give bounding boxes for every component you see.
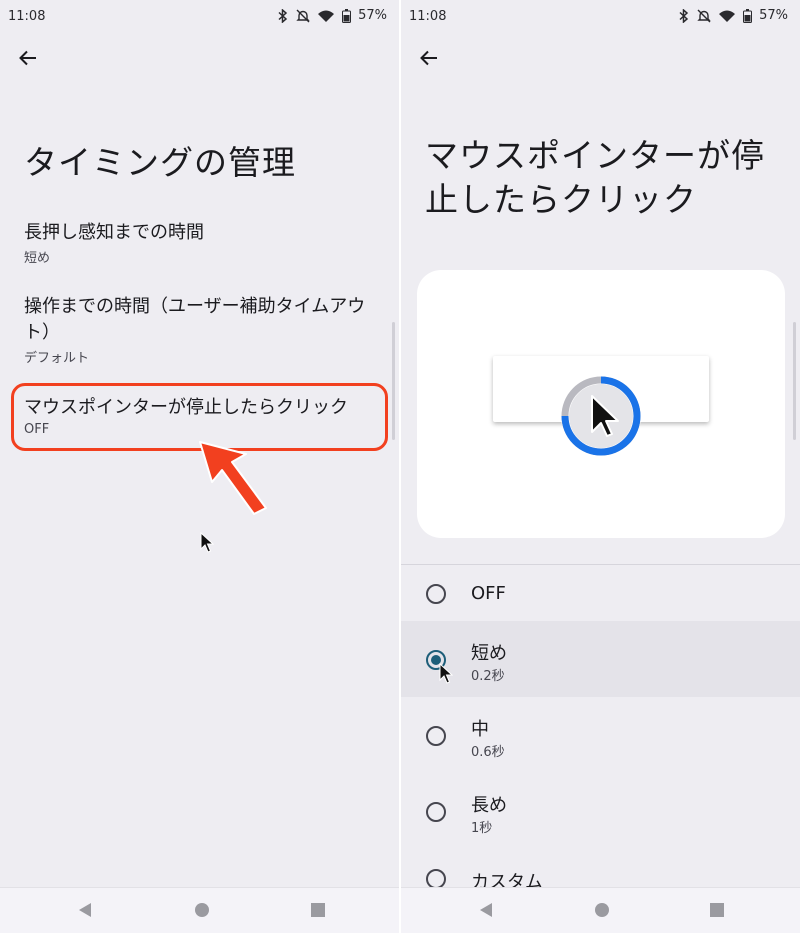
- back-button[interactable]: [14, 44, 42, 72]
- radio-button[interactable]: [426, 726, 446, 746]
- scrollbar[interactable]: [392, 322, 395, 440]
- option-sublabel: 0.6秒: [471, 745, 505, 760]
- back-button[interactable]: [415, 44, 443, 72]
- option-label: 短め: [471, 643, 507, 664]
- pref-summary: デフォルト: [24, 351, 90, 366]
- status-time: 11:08: [409, 9, 447, 24]
- autoclick-preview-card: [417, 270, 785, 538]
- nav-back-icon[interactable]: [478, 902, 494, 918]
- pref-accessibility-timeout[interactable]: 操作までの時間（ユーザー補助タイムアウト） デフォルト: [24, 294, 379, 366]
- option-sublabel: 0.2秒: [471, 669, 505, 684]
- status-bar: 11:08 57%: [401, 0, 800, 32]
- notifications-off-icon: [697, 9, 711, 22]
- nav-recents-icon[interactable]: [709, 902, 725, 918]
- mouse-pointer-icon: [439, 663, 453, 684]
- nav-recents-icon[interactable]: [310, 902, 326, 918]
- page-title: マウスポインターが停止したらクリック: [425, 136, 765, 219]
- wifi-icon: [719, 10, 736, 22]
- pref-title: 長押し感知までの時間: [24, 222, 204, 243]
- radio-button[interactable]: [426, 869, 446, 889]
- battery-icon: [743, 8, 753, 23]
- pref-title: 操作までの時間（ユーザー補助タイムアウト）: [24, 296, 366, 343]
- battery-icon: [342, 8, 352, 23]
- option-sublabel: 1秒: [471, 821, 493, 836]
- battery-percent: 57%: [358, 8, 387, 23]
- notifications-off-icon: [296, 9, 310, 22]
- page-title: タイミングの管理: [24, 143, 296, 182]
- radio-button[interactable]: [426, 584, 446, 604]
- status-bar: 11:08 57%: [0, 0, 399, 32]
- bluetooth-icon: [278, 8, 288, 23]
- bluetooth-icon: [679, 8, 689, 23]
- nav-back-icon[interactable]: [77, 902, 93, 918]
- autoclick-settings-screen: 11:08 57% マウスポインターが停止したらクリック OFF 短め 0.2秒: [401, 0, 800, 933]
- option-label: OFF: [471, 583, 506, 604]
- option-medium[interactable]: 中 0.6秒: [401, 697, 800, 773]
- wifi-icon: [318, 10, 335, 22]
- back-arrow-icon: [420, 50, 437, 66]
- option-label: 中: [471, 719, 489, 740]
- radio-button[interactable]: [426, 802, 446, 822]
- red-arrow-annotation: [199, 441, 267, 515]
- option-label: 長め: [471, 795, 507, 816]
- nav-home-icon[interactable]: [594, 902, 610, 918]
- timing-settings-screen: 11:08 57% タイミングの管理 長押し感知までの時間 短め 操作までの時間…: [0, 0, 399, 933]
- back-arrow-icon: [19, 50, 36, 66]
- navigation-bar: [401, 887, 800, 933]
- navigation-bar: [0, 887, 399, 933]
- mouse-pointer-icon: [200, 532, 214, 553]
- status-time: 11:08: [8, 9, 46, 24]
- autoclick-progress-ring: [561, 376, 641, 456]
- scrollbar[interactable]: [793, 322, 796, 440]
- option-long[interactable]: 長め 1秒: [401, 773, 800, 849]
- pref-long-press-delay[interactable]: 長押し感知までの時間 短め: [24, 220, 379, 266]
- battery-percent: 57%: [759, 8, 788, 23]
- option-short[interactable]: 短め 0.2秒: [401, 621, 800, 697]
- nav-home-icon[interactable]: [194, 902, 210, 918]
- option-off[interactable]: OFF: [401, 555, 800, 631]
- pref-summary: 短め: [24, 251, 51, 266]
